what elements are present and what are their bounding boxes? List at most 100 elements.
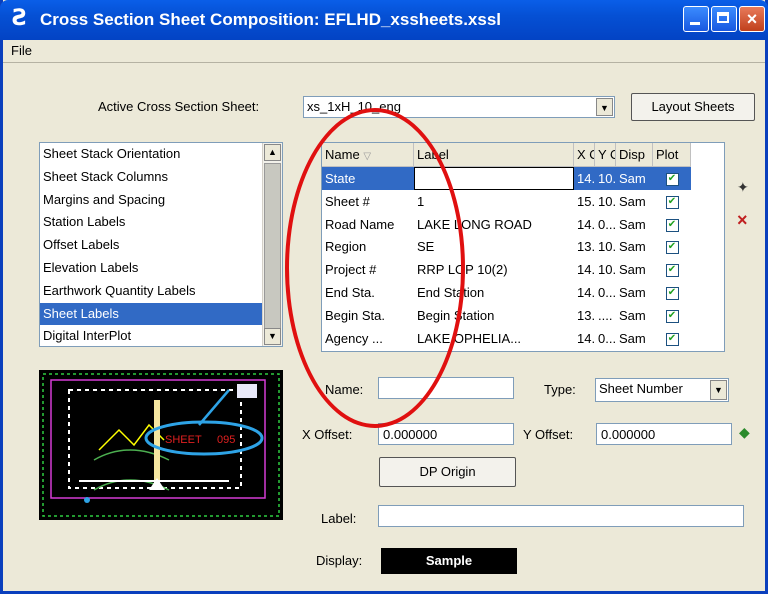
column-header-label[interactable]: Label — [414, 143, 574, 167]
table-row[interactable]: RegionSE13.(10.(Sam ✔ — [322, 235, 724, 258]
plot-checkbox[interactable]: ✔ — [653, 327, 691, 350]
dp-origin-button[interactable]: DP Origin — [379, 457, 516, 487]
table-row[interactable]: Road NameLAKE LONG ROAD14.(0...Sam ✔ — [322, 213, 724, 236]
cell-y[interactable]: 10.( — [595, 258, 616, 281]
table-row[interactable]: State 14.(10.Sam ✔ — [322, 167, 724, 190]
x-offset-field[interactable]: 0.000000 — [378, 423, 514, 445]
scroll-up-icon[interactable]: ▲ — [264, 144, 281, 161]
type-dropdown[interactable]: Sheet Number ▼ — [595, 378, 729, 402]
cell-x[interactable]: 14.( — [574, 258, 595, 281]
cell-name[interactable]: Sheet # — [322, 190, 414, 213]
cell-x[interactable]: 14.' — [574, 281, 595, 304]
cell-label[interactable]: LAKE LONG ROAD — [414, 213, 574, 236]
cell-name[interactable]: Agency ... — [322, 327, 414, 350]
cell-label[interactable] — [414, 167, 574, 190]
cell-name[interactable]: State — [322, 167, 414, 190]
cell-x[interactable]: 14.( — [574, 327, 595, 350]
scroll-down-icon[interactable]: ▼ — [264, 328, 281, 345]
checkbox-icon[interactable]: ✔ — [665, 332, 679, 346]
minimize-button[interactable] — [683, 6, 709, 32]
cell-disp[interactable]: Sam — [616, 213, 653, 236]
checkbox-icon[interactable]: ✔ — [665, 173, 679, 187]
cell-disp[interactable]: Sam — [616, 327, 653, 350]
checkbox-icon[interactable]: ✔ — [665, 309, 679, 323]
plot-checkbox[interactable]: ✔ — [653, 281, 691, 304]
category-list-item[interactable]: Elevation Labels — [40, 257, 265, 280]
column-header-y-offset[interactable]: Y O — [595, 143, 616, 167]
cell-x[interactable]: 14.( — [574, 213, 595, 236]
cell-y[interactable]: 10.( — [595, 190, 616, 213]
cell-name[interactable]: Begin Sta. — [322, 304, 414, 327]
sheet-labels-table[interactable]: Name ▽ Label X O Y O Disp Plot State 14.(… — [321, 142, 725, 352]
cell-label[interactable]: LAKE OPHELIA... — [414, 327, 574, 350]
table-row[interactable]: Project #RRP LOP 10(2)14.(10.(Sam ✔ — [322, 258, 724, 281]
display-sample-button[interactable]: Sample — [381, 548, 517, 574]
cell-disp[interactable]: Sam — [616, 258, 653, 281]
cell-label[interactable]: End Station — [414, 281, 574, 304]
data-point-locate-icon[interactable]: ◆ — [739, 424, 750, 441]
table-row[interactable]: Sheet #115.:10.(Sam ✔ — [322, 190, 724, 213]
cell-y[interactable]: 0... — [595, 213, 616, 236]
column-header-display[interactable]: Disp — [616, 143, 653, 167]
table-row[interactable]: Agency ...LAKE OPHELIA...14.(0...Sam ✔ — [322, 327, 724, 350]
cell-y[interactable]: .... — [595, 304, 616, 327]
maximize-button[interactable] — [711, 6, 737, 32]
cell-disp[interactable]: Sam — [616, 304, 653, 327]
cell-disp[interactable]: Sam — [616, 281, 653, 304]
column-header-x-offset[interactable]: X O — [574, 143, 595, 167]
menu-file[interactable]: File — [11, 43, 32, 58]
category-list-scrollbar[interactable]: ▲ ▼ — [262, 143, 282, 346]
cell-y[interactable]: 10.( — [595, 235, 616, 258]
title-bar[interactable]: Ƨ Cross Section Sheet Composition: EFLHD… — [0, 0, 768, 40]
cell-disp[interactable]: Sam — [616, 167, 653, 190]
plot-checkbox[interactable]: ✔ — [653, 213, 691, 236]
plot-checkbox[interactable]: ✔ — [653, 235, 691, 258]
label-field[interactable] — [378, 505, 744, 527]
scroll-thumb[interactable] — [264, 163, 281, 333]
table-row[interactable]: Begin Sta.Begin Station13.:....Sam ✔ — [322, 304, 724, 327]
cell-label[interactable]: SE — [414, 235, 574, 258]
cell-x[interactable]: 13.: — [574, 304, 595, 327]
category-list-item[interactable]: Margins and Spacing — [40, 189, 265, 212]
cell-disp[interactable]: Sam — [616, 190, 653, 213]
delete-label-icon[interactable]: × — [737, 210, 748, 231]
category-list-item[interactable]: Offset Labels — [40, 234, 265, 257]
cell-y[interactable]: 10. — [595, 167, 616, 190]
chevron-down-icon[interactable]: ▼ — [596, 98, 613, 116]
column-header-plot[interactable]: Plot — [653, 143, 691, 167]
cell-x[interactable]: 14.( — [574, 167, 595, 190]
cell-name[interactable]: End Sta. — [322, 281, 414, 304]
cell-x[interactable]: 13.( — [574, 235, 595, 258]
cell-name[interactable]: Road Name — [322, 213, 414, 236]
chevron-down-icon[interactable]: ▼ — [710, 380, 727, 400]
cell-y[interactable]: 0... — [595, 281, 616, 304]
checkbox-icon[interactable]: ✔ — [665, 287, 679, 301]
checkbox-icon[interactable]: ✔ — [665, 264, 679, 278]
checkbox-icon[interactable]: ✔ — [665, 241, 679, 255]
plot-checkbox[interactable]: ✔ — [653, 167, 691, 190]
category-list-item[interactable]: Digital InterPlot — [40, 325, 265, 348]
cell-x[interactable]: 15.: — [574, 190, 595, 213]
layout-sheets-button[interactable]: Layout Sheets — [631, 93, 755, 121]
cell-label[interactable]: RRP LOP 10(2) — [414, 258, 574, 281]
close-button[interactable]: × — [739, 6, 765, 32]
checkbox-icon[interactable]: ✔ — [665, 218, 679, 232]
y-offset-field[interactable]: 0.000000 — [596, 423, 732, 445]
checkbox-icon[interactable]: ✔ — [665, 195, 679, 209]
plot-checkbox[interactable]: ✔ — [653, 190, 691, 213]
category-list-item[interactable]: Earthwork Quantity Labels — [40, 280, 265, 303]
name-field[interactable] — [378, 377, 514, 399]
category-list-item[interactable]: Sheet Stack Orientation — [40, 143, 265, 166]
category-list-item[interactable]: Sheet Labels — [40, 302, 265, 326]
add-label-icon[interactable]: ✦ — [737, 179, 749, 196]
cell-name[interactable]: Region — [322, 235, 414, 258]
cell-label[interactable]: 1 — [414, 190, 574, 213]
category-list-item[interactable]: Sheet Stack Columns — [40, 166, 265, 189]
cell-disp[interactable]: Sam — [616, 235, 653, 258]
plot-checkbox[interactable]: ✔ — [653, 304, 691, 327]
category-list-item[interactable]: Station Labels — [40, 211, 265, 234]
plot-checkbox[interactable]: ✔ — [653, 258, 691, 281]
cell-label[interactable]: Begin Station — [414, 304, 574, 327]
cell-name[interactable]: Project # — [322, 258, 414, 281]
table-row[interactable]: End Sta.End Station14.'0...Sam ✔ — [322, 281, 724, 304]
